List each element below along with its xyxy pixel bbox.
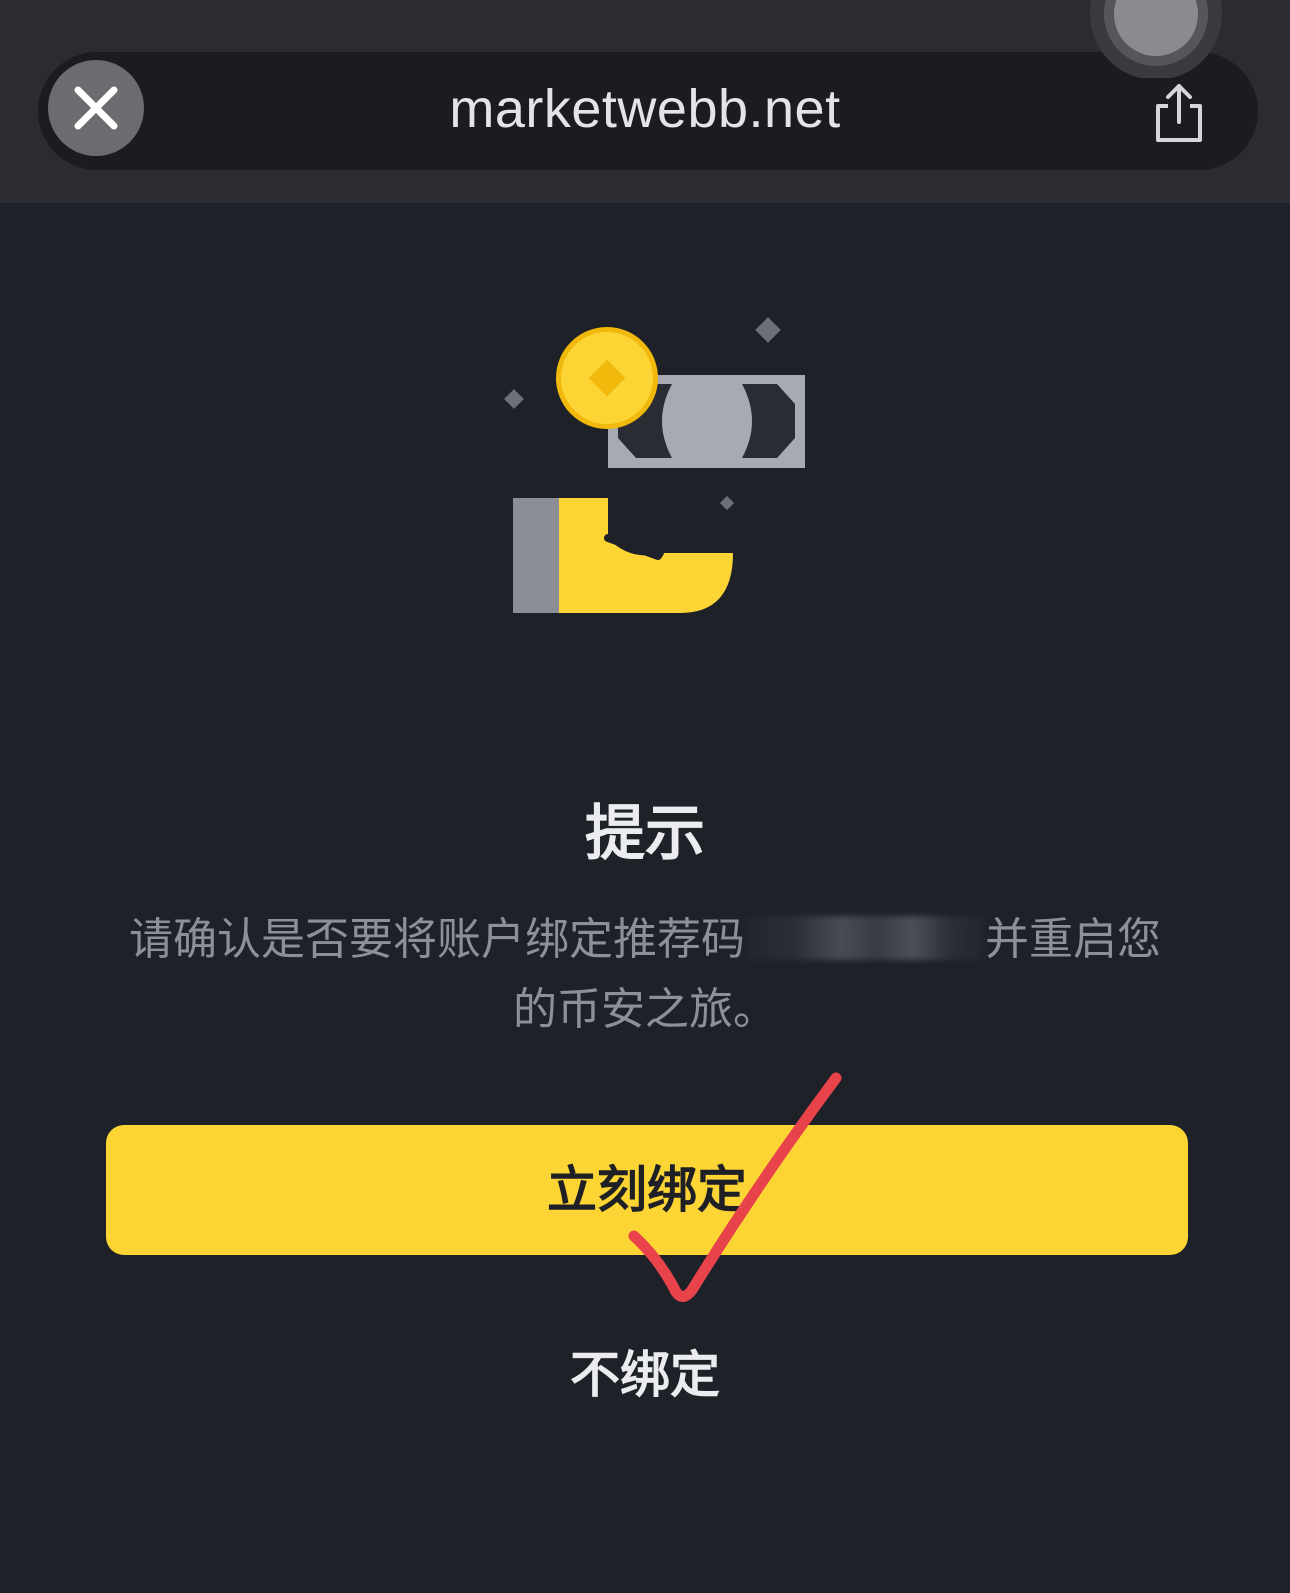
message-text-before: 请确认是否要将账户绑定推荐码 <box>129 914 745 965</box>
assistive-touch-icon[interactable] <box>1089 0 1223 78</box>
browser-top-bar: marketwebb.net <box>0 0 1290 203</box>
bind-now-label: 立刻绑定 <box>547 1161 747 1219</box>
bind-now-button[interactable]: 立刻绑定 <box>106 1125 1188 1255</box>
do-not-bind-button[interactable]: 不绑定 <box>445 1335 845 1415</box>
dialog-message: 请确认是否要将账户绑定推荐码 并重启您的币安之旅。 <box>110 905 1180 1045</box>
referral-reward-illustration <box>504 317 805 613</box>
url-text: marketwebb.net <box>449 79 841 139</box>
share-icon <box>1156 84 1202 142</box>
do-not-bind-label: 不绑定 <box>570 1346 720 1404</box>
redacted-referral-code <box>745 916 985 960</box>
page: marketwebb.net 提示 请确认是否要将账户绑定推荐码 并重启您的币安… <box>0 0 1290 1593</box>
share-button[interactable] <box>1146 80 1212 146</box>
dialog-title: 提示 <box>585 799 705 869</box>
